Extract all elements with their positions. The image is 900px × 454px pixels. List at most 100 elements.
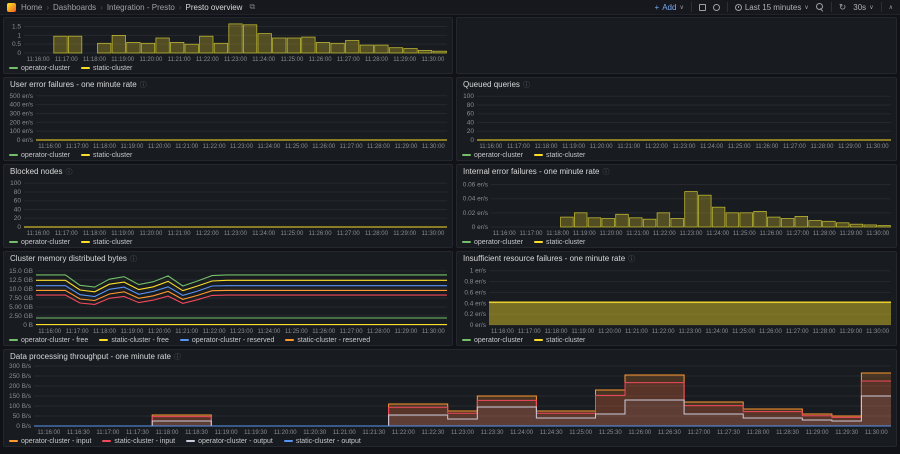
legend-item[interactable]: operator-cluster - free — [9, 337, 88, 344]
legend-item[interactable]: static-cluster — [534, 239, 585, 246]
svg-text:60: 60 — [467, 111, 475, 118]
chart-insufficient-resources[interactable]: 0 er/s0.2 er/s0.4 er/s0.6 er/s0.8 er/s1 … — [457, 265, 896, 335]
legend-item[interactable]: operator-cluster — [462, 152, 523, 159]
chart-queued-queries[interactable]: 02040608010011:16:0011:17:0011:18:0011:1… — [457, 91, 896, 150]
legend-label: operator-cluster - output — [198, 438, 273, 445]
breadcrumb-item[interactable]: Home — [21, 3, 42, 12]
breadcrumb-item[interactable]: Dashboards — [53, 3, 96, 12]
svg-text:12.5 GB: 12.5 GB — [9, 277, 33, 284]
info-icon[interactable]: ⓘ — [140, 80, 147, 90]
panel-cluster-memory: Cluster memory distributed bytes ⓘ 0 B2.… — [3, 251, 453, 346]
svg-text:300 B/s: 300 B/s — [9, 363, 32, 370]
chart-internal-errors[interactable]: 0 er/s0.02 er/s0.04 er/s0.06 er/s11:16:0… — [457, 178, 896, 237]
chart-top-left[interactable]: 00.511.511:16:0011:17:0011:18:0011:19:00… — [4, 20, 452, 63]
grafana-logo-icon[interactable] — [7, 3, 16, 12]
panel-header: Blocked nodes ⓘ — [4, 165, 452, 178]
svg-text:7.50 GB: 7.50 GB — [9, 295, 33, 302]
legend-item[interactable]: operator-cluster — [462, 239, 523, 246]
legend: operator-cluster - free static-cluster - … — [9, 335, 450, 345]
panel-header: Cluster memory distributed bytes ⓘ — [4, 252, 452, 265]
breadcrumb-item[interactable]: Integration - Presto — [107, 3, 175, 12]
zoom-out-time-button[interactable] — [816, 3, 824, 11]
svg-text:80: 80 — [14, 189, 22, 196]
panel-title[interactable]: Insufficient resource failures - one min… — [463, 254, 625, 263]
legend-item[interactable]: operator-cluster — [9, 152, 70, 159]
legend-item[interactable]: static-cluster — [534, 152, 585, 159]
svg-text:10.0 GB: 10.0 GB — [9, 286, 33, 293]
svg-text:0.8 er/s: 0.8 er/s — [464, 279, 486, 286]
panel-header: Internal error failures - one minute rat… — [457, 165, 896, 178]
info-icon[interactable]: ⓘ — [65, 167, 72, 177]
save-dashboard-button[interactable] — [713, 4, 720, 11]
svg-text:0.5: 0.5 — [12, 41, 21, 48]
legend-label: static-cluster — [546, 337, 585, 344]
info-icon[interactable]: ⓘ — [603, 167, 610, 177]
legend-swatch — [9, 440, 18, 442]
panel-internal-error-failures: Internal error failures - one minute rat… — [456, 164, 897, 248]
legend-item[interactable]: operator-cluster - reserved — [180, 337, 274, 344]
legend-swatch — [186, 440, 195, 442]
legend-swatch — [9, 241, 18, 243]
svg-text:300 er/s: 300 er/s — [10, 110, 34, 117]
svg-text:40: 40 — [467, 119, 475, 126]
chart-cluster-memory[interactable]: 0 B2.50 GB5.00 GB7.50 GB10.0 GB12.5 GB15… — [4, 265, 452, 335]
legend-item[interactable]: static-cluster — [81, 152, 132, 159]
legend-item[interactable]: static-cluster — [81, 239, 132, 246]
legend-item[interactable]: operator-cluster - output — [186, 438, 273, 445]
panel-data-processing-throughput: Data processing throughput - one minute … — [3, 349, 897, 447]
svg-text:20: 20 — [467, 128, 475, 135]
legend-item[interactable]: static-cluster — [81, 65, 132, 72]
chart-user-errors[interactable]: 0 er/s100 er/s200 er/s300 er/s400 er/s50… — [4, 91, 452, 150]
breadcrumb-item[interactable]: Presto overview — [186, 3, 243, 12]
legend-item[interactable]: static-cluster — [534, 337, 585, 344]
info-icon[interactable]: ⓘ — [130, 254, 137, 264]
info-icon[interactable]: ⓘ — [174, 352, 181, 362]
legend-item[interactable]: operator-cluster — [9, 65, 70, 72]
refresh-interval-dropdown[interactable]: 30s ∨ — [853, 3, 873, 12]
svg-text:0 er/s: 0 er/s — [472, 224, 489, 231]
breadcrumb-separator: › — [179, 3, 182, 12]
svg-text:0: 0 — [17, 50, 21, 57]
svg-text:2.50 GB: 2.50 GB — [9, 313, 33, 320]
legend-swatch — [9, 339, 18, 341]
svg-text:60: 60 — [14, 198, 22, 205]
svg-text:0 er/s: 0 er/s — [470, 322, 487, 329]
info-icon[interactable]: ⓘ — [628, 254, 635, 264]
info-icon[interactable]: ⓘ — [523, 80, 530, 90]
share-icon[interactable]: ⧉ — [249, 2, 255, 12]
legend-swatch — [102, 440, 111, 442]
legend-item[interactable]: static-cluster - free — [99, 337, 169, 344]
refresh-button[interactable]: ↻ — [839, 3, 847, 12]
chart-blocked-nodes[interactable]: 02040608010011:16:0011:17:0011:18:0011:1… — [4, 178, 452, 237]
panel-title[interactable]: Data processing throughput - one minute … — [10, 352, 171, 361]
chevron-down-icon: ∨ — [679, 4, 683, 11]
svg-text:0.4 er/s: 0.4 er/s — [464, 300, 486, 307]
panel-title[interactable]: Internal error failures - one minute rat… — [463, 167, 600, 176]
zoom-out-icon — [816, 3, 824, 11]
legend-swatch — [534, 241, 543, 243]
legend-item[interactable]: static-cluster - input — [102, 438, 175, 445]
svg-text:0.06 er/s: 0.06 er/s — [463, 182, 489, 189]
divider — [831, 2, 832, 12]
legend-item[interactable]: operator-cluster — [462, 337, 523, 344]
svg-text:0.6 er/s: 0.6 er/s — [464, 289, 486, 296]
panel-title[interactable]: Cluster memory distributed bytes — [10, 254, 127, 263]
panel-title[interactable]: User error failures - one minute rate — [10, 80, 137, 89]
toolbar-right: + Add ∨ Last 15 minutes ∨ ↻ 30s ∨ ∧ — [655, 2, 893, 12]
legend-label: operator-cluster — [21, 239, 70, 246]
legend-item[interactable]: operator-cluster — [9, 239, 70, 246]
svg-text:1 er/s: 1 er/s — [470, 268, 487, 275]
panels-icon-button[interactable] — [699, 4, 706, 11]
panel-title[interactable]: Queued queries — [463, 80, 520, 89]
time-range-picker[interactable]: Last 15 minutes ∨ — [735, 3, 809, 12]
chart-throughput[interactable]: 0 B/s50 B/s100 B/s150 B/s200 B/s250 B/s3… — [4, 363, 896, 436]
add-button[interactable]: + Add ∨ — [655, 3, 684, 12]
collapse-toolbar-button[interactable]: ∧ — [889, 4, 893, 11]
panel-title[interactable]: Blocked nodes — [10, 167, 62, 176]
legend-item[interactable]: static-cluster - reserved — [285, 337, 370, 344]
legend-item[interactable]: operator-cluster - input — [9, 438, 91, 445]
svg-text:15.0 GB: 15.0 GB — [9, 268, 33, 275]
plus-icon: + — [655, 3, 660, 12]
legend-item[interactable]: static-cluster - output — [284, 438, 361, 445]
breadcrumb-separator: › — [46, 3, 49, 12]
